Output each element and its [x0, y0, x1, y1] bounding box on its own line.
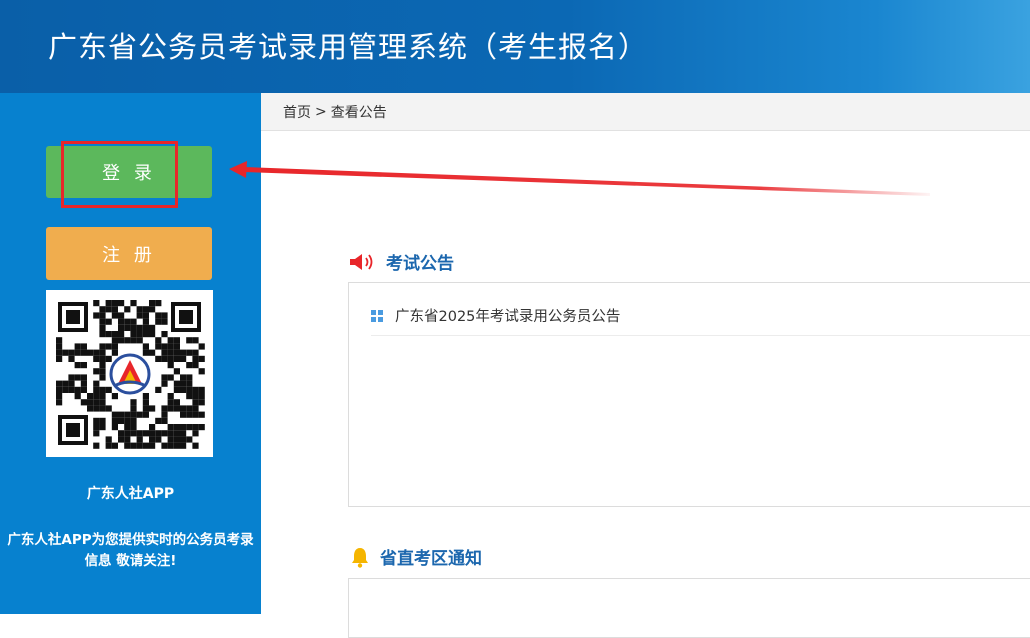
register-button[interactable]: 注 册 — [46, 227, 212, 280]
qr-code — [46, 290, 213, 457]
grid-square-icon — [371, 309, 383, 322]
exam-notice-panel: 广东省2025年考试录用公务员公告 — [348, 282, 1030, 507]
page-header: 广东省公务员考试录用管理系统（考生报名） — [0, 0, 1030, 93]
breadcrumb-current: 查看公告 — [330, 104, 387, 121]
qr-code-image — [46, 290, 213, 457]
exam-notice-title: 考试公告 — [386, 254, 454, 274]
exam-notice-header: 考试公告 — [348, 249, 454, 274]
system-title: 广东省公务员考试录用管理系统（考生报名） — [48, 30, 649, 64]
bell-icon — [348, 545, 372, 569]
notice-link[interactable]: 广东省2025年考试录用公务员公告 — [395, 305, 620, 326]
breadcrumb-home[interactable]: 首页 — [283, 102, 311, 122]
district-notice-panel — [348, 578, 1030, 638]
list-item[interactable]: 广东省2025年考试录用公务员公告 — [371, 305, 620, 326]
app-name: 广东人社APP — [86, 486, 175, 502]
speaker-icon — [348, 252, 378, 272]
divider — [371, 335, 1030, 336]
breadcrumb: 首页 > 查看公告 — [261, 93, 1030, 131]
app-description: 广东人社APP为您提供实时的公务员考录信息 敬请关注! — [7, 532, 254, 569]
district-notice-header: 省直考区通知 — [348, 544, 482, 569]
breadcrumb-separator: > — [315, 103, 327, 120]
logo-icon — [108, 352, 152, 396]
district-notice-title: 省直考区通知 — [380, 549, 482, 569]
annotation-highlight-box — [61, 141, 178, 208]
